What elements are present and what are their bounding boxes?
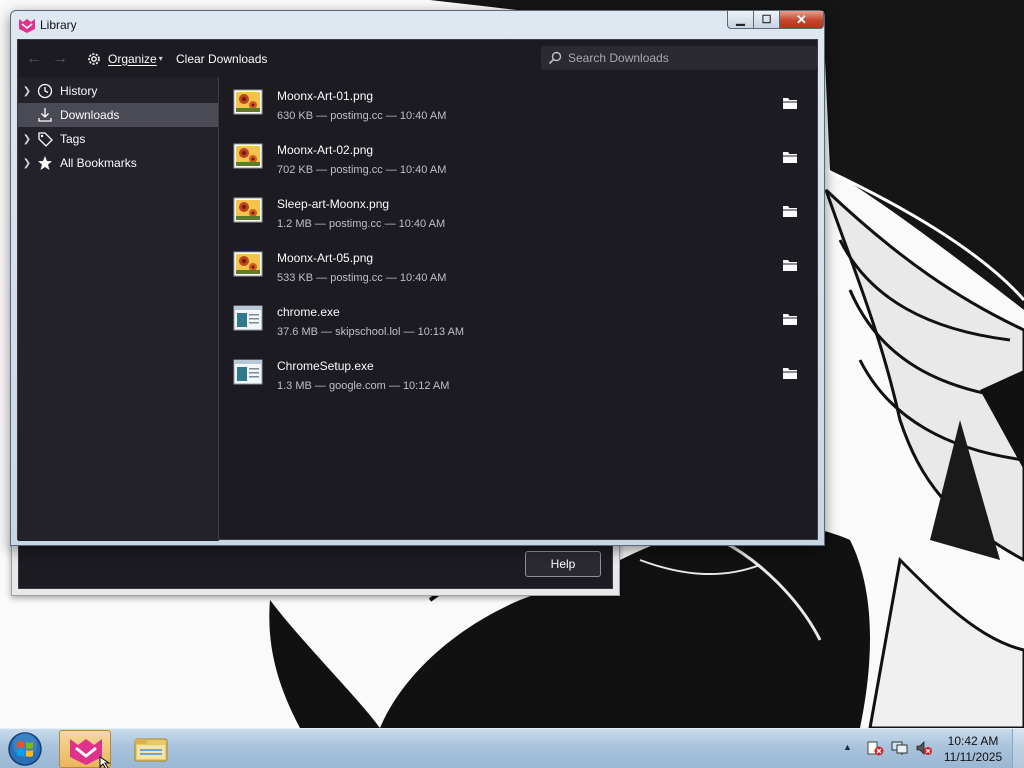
organize-label: Organize [108, 51, 157, 66]
download-status: 533 KB — postimg.cc — 10:40 AM [277, 272, 447, 284]
show-in-folder-icon[interactable] [782, 366, 798, 380]
clock-date: 11/11/2025 [943, 750, 1003, 764]
sidebar-item-all-bookmarks[interactable]: ❯ All Bookmarks [18, 151, 218, 175]
show-in-folder-icon[interactable] [782, 312, 798, 326]
show-in-folder-icon[interactable] [782, 258, 798, 272]
minimize-button[interactable]: ▁ [727, 11, 754, 29]
windows-logo-icon [8, 732, 42, 766]
image-file-icon [233, 143, 263, 169]
sidebar-item-label: All Bookmarks [60, 156, 137, 170]
title-bar[interactable]: Library ▁ ☐ ✕ [11, 11, 824, 39]
tag-icon [36, 131, 54, 147]
download-status: 702 KB — postimg.cc — 10:40 AM [277, 164, 447, 176]
search-box[interactable] [541, 46, 817, 70]
download-item[interactable]: chrome.exe 37.6 MB — skipschool.lol — 10:… [220, 293, 817, 347]
chevron-down-icon: ▾ [158, 54, 163, 63]
download-item[interactable]: Moonx-Art-02.png 702 KB — postimg.cc — 10… [220, 131, 817, 185]
start-button[interactable] [6, 731, 44, 767]
forward-button[interactable]: → [52, 40, 68, 77]
window-title: Library [40, 18, 77, 32]
back-button[interactable]: ← [26, 40, 42, 77]
show-in-folder-icon[interactable] [782, 96, 798, 110]
background-dialog-body: Help [18, 540, 613, 589]
chevron-right-icon[interactable]: ❯ [18, 134, 36, 145]
downloads-list: Moonx-Art-01.png 630 KB — postimg.cc — 10… [220, 77, 817, 539]
star-icon [36, 155, 54, 171]
action-center-icon[interactable] [866, 740, 884, 756]
download-item[interactable]: Sleep-art-Moonx.png 1.2 MB — postimg.cc —… [220, 185, 817, 239]
background-dialog: Help [11, 540, 620, 596]
executable-file-icon [233, 305, 263, 331]
help-button[interactable]: Help [525, 551, 601, 577]
firefox-logo-icon [19, 19, 35, 33]
download-status: 1.2 MB — postimg.cc — 10:40 AM [277, 218, 446, 230]
organize-button[interactable]: Organize ▾ [86, 40, 163, 77]
window-controls: ▁ ☐ ✕ [727, 11, 824, 31]
taskbar: ▲ 10:42 AM 11/11/2025 [0, 728, 1024, 768]
download-item[interactable]: Moonx-Art-05.png 533 KB — postimg.cc — 10… [220, 239, 817, 293]
sidebar-item-label: Tags [60, 132, 86, 146]
chevron-right-icon[interactable]: ❯ [18, 158, 36, 169]
clear-downloads-button[interactable]: Clear Downloads [176, 40, 267, 77]
sidebar-item-label: History [60, 84, 98, 98]
library-client-area: ← → Organize ▾ Clear Downloads Search Do… [17, 39, 818, 541]
show-desktop-button[interactable] [1012, 729, 1024, 768]
sidebar-item-label: Downloads [60, 108, 120, 122]
show-in-folder-icon[interactable] [782, 204, 798, 218]
download-status: 1.3 MB — google.com — 10:12 AM [277, 380, 450, 392]
library-sidebar: ❯ History Downloads ❯ Tags ❯ All Bookmar… [18, 77, 219, 541]
maximize-button[interactable]: ☐ [754, 11, 780, 29]
volume-muted-icon[interactable] [915, 740, 933, 756]
clock-icon [36, 83, 54, 99]
download-status: 630 KB — postimg.cc — 10:40 AM [277, 110, 447, 122]
search-input[interactable] [568, 48, 816, 68]
gear-icon [88, 52, 100, 65]
network-icon[interactable] [891, 740, 909, 756]
download-item[interactable]: ChromeSetup.exe 1.3 MB — google.com — 10:… [220, 347, 817, 401]
download-filename: Moonx-Art-05.png [277, 251, 374, 265]
library-toolbar: ← → Organize ▾ Clear Downloads [18, 40, 817, 77]
download-filename: Moonx-Art-02.png [277, 143, 374, 157]
executable-file-icon [233, 359, 263, 385]
sidebar-item-downloads[interactable]: Downloads [18, 103, 218, 127]
taskbar-firefox-button[interactable] [59, 730, 111, 768]
download-filename: ChromeSetup.exe [277, 359, 374, 373]
chevron-right-icon[interactable]: ❯ [18, 86, 36, 97]
taskbar-explorer-button[interactable] [124, 730, 176, 768]
sidebar-item-tags[interactable]: ❯ Tags [18, 127, 218, 151]
firefox-logo-icon [70, 739, 111, 768]
close-button[interactable]: ✕ [780, 11, 824, 29]
clock-time: 10:42 AM [947, 734, 999, 748]
search-icon [548, 51, 562, 65]
image-file-icon [233, 89, 263, 115]
library-window: Library ▁ ☐ ✕ ← → Organize ▾ Clear Downl… [10, 10, 825, 546]
download-filename: chrome.exe [277, 305, 340, 319]
download-filename: Moonx-Art-01.png [277, 89, 374, 103]
download-status: 37.6 MB — skipschool.lol — 10:13 AM [277, 326, 465, 338]
download-filename: Sleep-art-Moonx.png [277, 197, 390, 211]
folder-icon [134, 738, 168, 762]
download-icon [36, 107, 54, 123]
sidebar-item-history[interactable]: ❯ History [18, 79, 218, 103]
system-clock[interactable]: 10:42 AM 11/11/2025 [940, 733, 1006, 765]
download-item[interactable]: Moonx-Art-01.png 630 KB — postimg.cc — 10… [220, 77, 817, 131]
image-file-icon [233, 251, 263, 277]
image-file-icon [233, 197, 263, 223]
show-in-folder-icon[interactable] [782, 150, 798, 164]
tray-expand-icon[interactable]: ▲ [843, 742, 852, 752]
